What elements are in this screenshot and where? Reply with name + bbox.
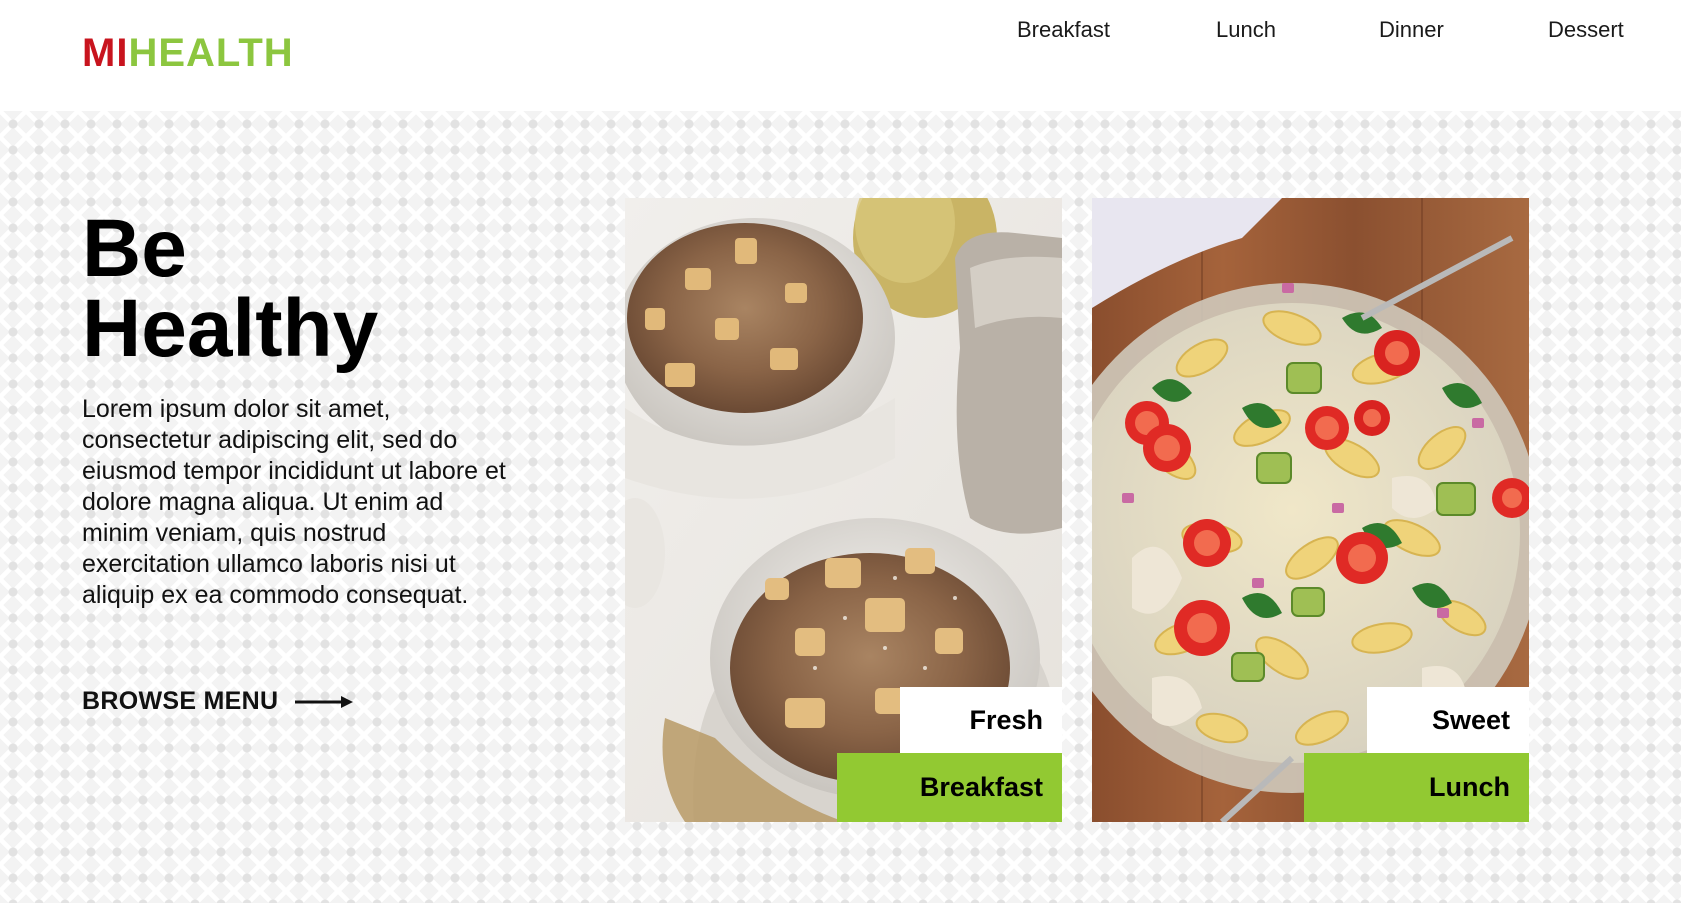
card-tag: Fresh	[900, 687, 1062, 753]
brand-logo-part2: HEALTH	[128, 31, 294, 75]
browse-menu-label: BROWSE MENU	[82, 687, 279, 715]
browse-menu-link[interactable]: BROWSE MENU	[82, 687, 354, 716]
nav-item-dinner[interactable]: Dinner	[1379, 17, 1444, 43]
brand-logo[interactable]: MIHEALTH	[82, 33, 294, 73]
card-lunch[interactable]: Sweet Lunch	[1092, 198, 1529, 822]
nav-item-dessert[interactable]: Dessert	[1548, 17, 1624, 43]
arrow-right-icon	[295, 695, 354, 709]
hero-title-line1: Be	[82, 203, 187, 294]
nav-item-breakfast[interactable]: Breakfast	[1017, 17, 1110, 43]
hero-title-line2: Healthy	[82, 283, 379, 374]
card-tag: Sweet	[1367, 687, 1529, 753]
card-category[interactable]: Breakfast	[837, 753, 1062, 822]
site-header: MIHEALTH Breakfast Lunch Dinner Dessert	[0, 0, 1681, 111]
hero-description: Lorem ipsum dolor sit amet, consectetur …	[82, 395, 506, 609]
hero-title: Be Healthy	[82, 208, 502, 370]
nav-item-lunch[interactable]: Lunch	[1216, 17, 1276, 43]
card-category[interactable]: Lunch	[1304, 753, 1529, 822]
brand-logo-part1: MI	[82, 31, 129, 75]
card-breakfast[interactable]: Fresh Breakfast	[625, 198, 1062, 822]
